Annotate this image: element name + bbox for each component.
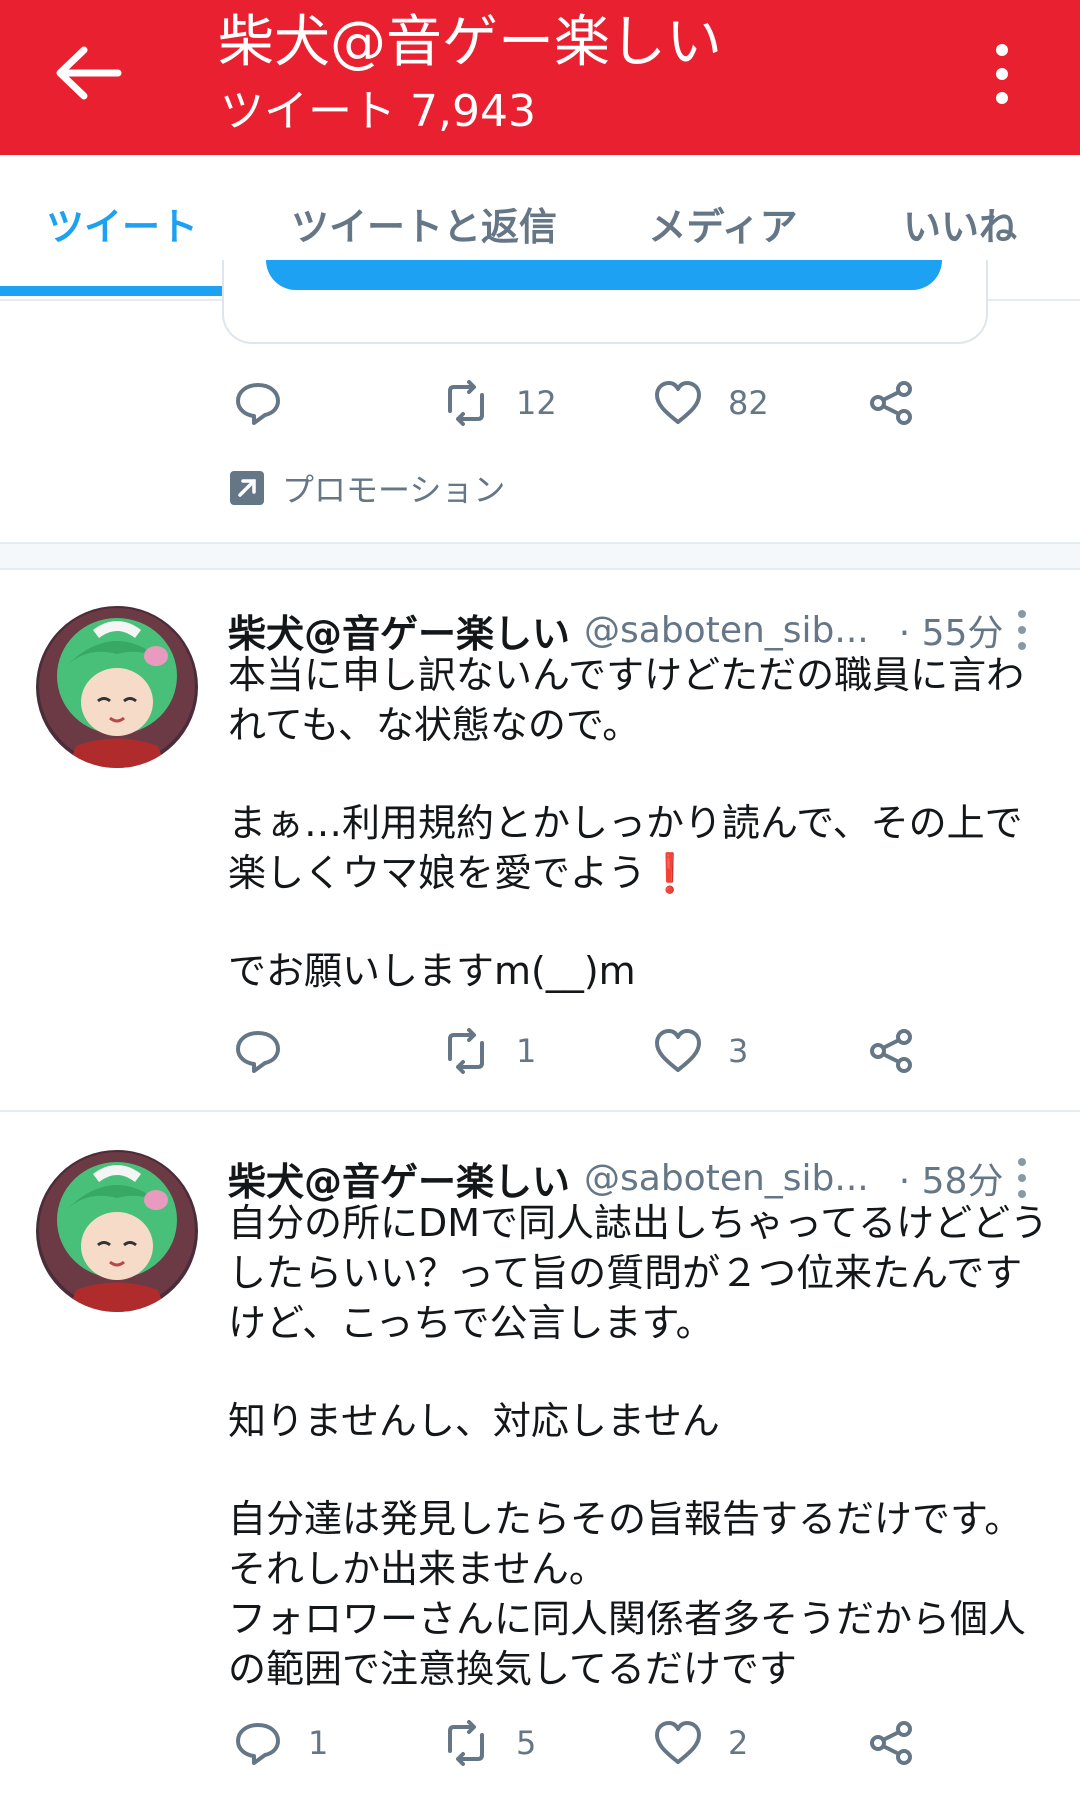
tweet-time[interactable]: · 58分 <box>899 1152 1004 1204</box>
tweet-line: まぁ…利用規約とかしっかり読んで、その上で <box>228 801 1023 845</box>
retweet-button[interactable]: 1 <box>440 1016 536 1086</box>
tweet-line: れても、な状態なので。 <box>228 703 641 747</box>
like-count: 3 <box>728 1032 749 1070</box>
share-button[interactable] <box>866 1016 918 1086</box>
avatar[interactable] <box>36 606 198 768</box>
like-button[interactable]: 82 <box>652 368 769 438</box>
tweet-line: けど、こっちで公言します。 <box>228 1301 714 1345</box>
user-handle: @saboten_sib... <box>584 609 869 651</box>
reply-button[interactable] <box>232 368 284 438</box>
promo-cta-button[interactable] <box>266 260 942 290</box>
retweet-icon <box>448 1028 484 1074</box>
retweet-button[interactable]: 5 <box>440 1708 536 1778</box>
tweet-text: 自分の所にDMで同人誌出しちゃってるけどどう したらいい？って旨の質問が２つ位来… <box>228 1198 1048 1694</box>
tweet-line: 本当に申し訳ないんですけどただの職員に言わ <box>228 653 1025 697</box>
promoted-arrow-icon <box>230 471 264 505</box>
share-icon <box>870 381 912 425</box>
retweet-icon <box>448 1720 484 1766</box>
tweet-action-bar: 1 3 <box>0 1016 1080 1086</box>
tweet-count: ツイート 7,943 <box>220 86 536 137</box>
tweet-line: それしか出来ません。 <box>228 1547 607 1591</box>
share-button[interactable] <box>866 1708 918 1778</box>
retweet-count: 1 <box>516 1032 537 1070</box>
reply-button[interactable] <box>232 1016 284 1086</box>
promoted-text: プロモーション <box>282 471 506 509</box>
tweet-text: 本当に申し訳ないんですけどただの職員に言わ れても、な状態なので。 まぁ…利用規… <box>228 650 1048 996</box>
reply-button[interactable]: 1 <box>232 1708 328 1778</box>
profile-name-title: 柴犬@音ゲー楽しい <box>218 10 722 75</box>
tweet-line: 自分達は発見したらその旨報告するだけです。 <box>228 1497 1023 1541</box>
tweet-line: 自分の所にDMで同人誌出しちゃってるけどどう <box>228 1201 1049 1245</box>
tweet[interactable]: 柴犬@音ゲー楽しい @saboten_sib... · 55分 本当に申し訳ない… <box>0 568 1080 1108</box>
tweet-line: 楽しくウマ娘を愛でよう❗ <box>228 851 694 895</box>
promo-action-bar: 12 82 <box>0 368 1080 438</box>
heart-icon <box>655 1721 701 1764</box>
heart-icon <box>655 1029 701 1072</box>
retweet-count: 5 <box>516 1724 537 1762</box>
user-handle: @saboten_sib... <box>584 1157 869 1199</box>
reply-icon <box>236 1031 280 1073</box>
tweet-line: したらいい？って旨の質問が２つ位来たんです <box>228 1251 1023 1295</box>
overflow-menu-icon[interactable] <box>976 34 1036 114</box>
like-button[interactable]: 2 <box>652 1708 748 1778</box>
reply-icon <box>236 1723 280 1765</box>
like-button[interactable]: 3 <box>652 1016 748 1086</box>
promoted-label: プロモーション <box>230 466 505 510</box>
avatar[interactable] <box>36 1150 198 1312</box>
retweet-button[interactable]: 12 <box>440 368 557 438</box>
retweet-count: 12 <box>516 384 557 422</box>
tweet-time[interactable]: · 55分 <box>899 604 1004 656</box>
back-arrow-icon[interactable] <box>48 38 128 108</box>
share-button[interactable] <box>866 368 918 438</box>
active-tab-indicator <box>0 286 244 296</box>
promo-card[interactable] <box>222 260 988 344</box>
reply-icon <box>236 383 280 425</box>
share-icon <box>870 1721 912 1765</box>
tweet-line: でお願いしますm(__)m <box>228 949 636 993</box>
section-separator <box>0 542 1080 570</box>
app-header: 柴犬@音ゲー楽しい ツイート 7,943 <box>0 0 1080 155</box>
tweet-line: の範囲で注意換気してるだけです <box>228 1647 797 1691</box>
reply-count: 1 <box>308 1724 329 1762</box>
tab-tweets[interactable]: ツイート <box>0 155 244 299</box>
share-icon <box>870 1029 912 1073</box>
like-count: 2 <box>728 1724 749 1762</box>
tweet-line: 知りませんし、対応しません <box>228 1399 720 1443</box>
tweet[interactable]: 柴犬@音ゲー楽しい @saboten_sib... · 58分 自分の所にDMで… <box>0 1112 1080 1795</box>
tweet-action-bar: 1 5 2 <box>0 1708 1080 1778</box>
retweet-icon <box>448 380 484 426</box>
like-count: 82 <box>728 384 769 422</box>
tweet-line: フォロワーさんに同人関係者多そうだから個人 <box>228 1597 1027 1641</box>
heart-icon <box>655 381 701 424</box>
